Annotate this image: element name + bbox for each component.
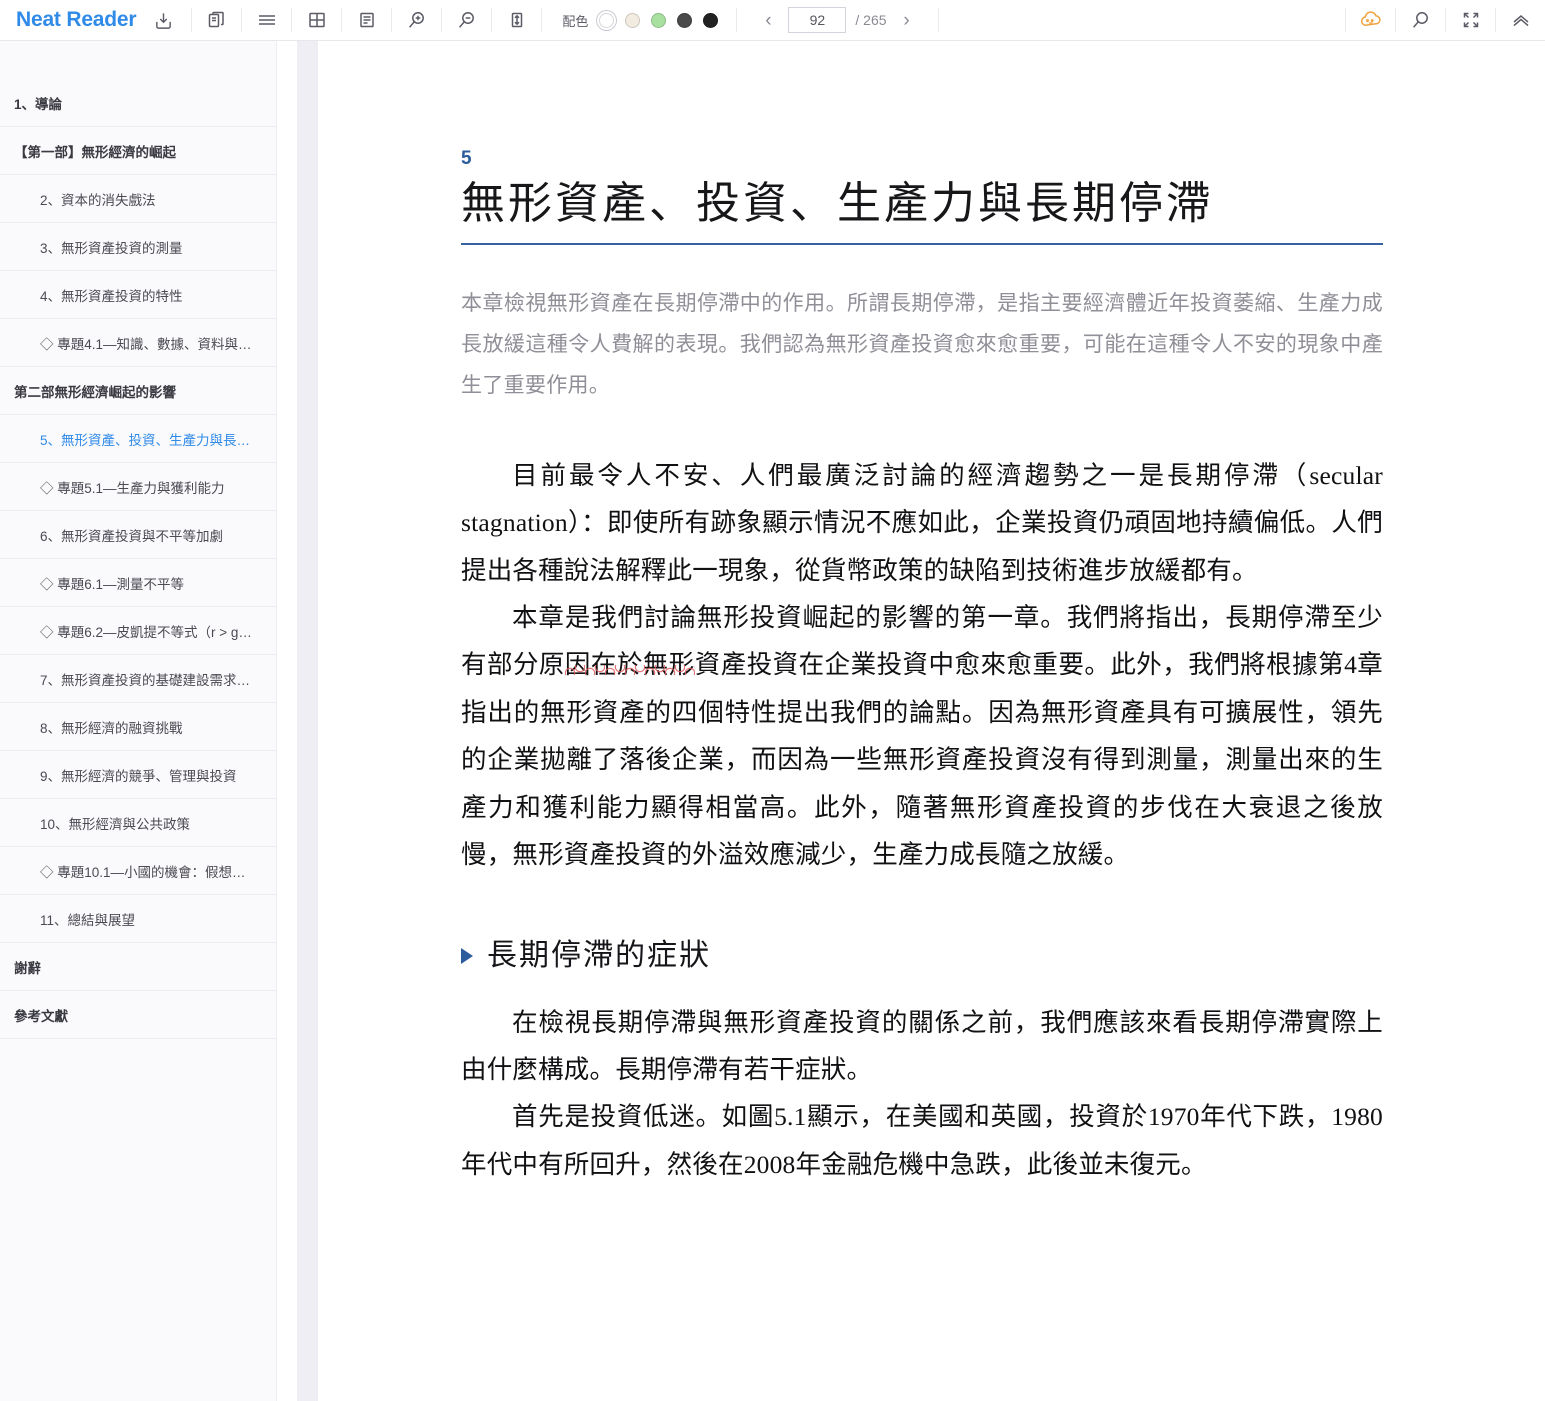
cloud-sync-icon[interactable]: [1346, 0, 1395, 41]
toc-item[interactable]: 謝辭: [0, 943, 276, 991]
text-layout-icon[interactable]: [342, 0, 391, 41]
toc-item[interactable]: 9、無形經濟的競爭、管理與投資: [0, 751, 276, 799]
grid-layout-icon[interactable]: [292, 0, 341, 41]
toc-item-label: 2、資本的消失戲法: [40, 192, 156, 208]
next-page-button[interactable]: ›: [896, 7, 918, 33]
toc-item[interactable]: ◇ 專題5.1—生產力與獲利能力: [0, 463, 276, 511]
reader-page: 5 無形資產、投資、生產力與長期停滯 本章檢視無形資產在長期停滯中的作用。所謂長…: [319, 41, 1525, 1401]
toc-item[interactable]: 11、總結與展望: [0, 895, 276, 943]
toc-item[interactable]: 4、無形資產投資的特性: [0, 271, 276, 319]
color-swatch-gray[interactable]: [677, 12, 693, 28]
body-paragraph-annotated: 本章是我們討論無形投資崛起的影響的第一章。我們將指出，長期停滯至少有部分原因在於…: [461, 594, 1383, 879]
toc-item-label: 【第一部】無形經濟的崛起: [14, 144, 176, 160]
toc-item-label: ◇ 專題4.1—知識、數據、資料與…: [40, 336, 252, 352]
color-swatch-black[interactable]: [703, 12, 719, 28]
toc-item-label: 5、無形資產、投資、生產力與長…: [40, 432, 251, 448]
toc-item[interactable]: ◇ 專題6.1—測量不平等: [0, 559, 276, 607]
toc-item-label: ◇ 專題5.1—生產力與獲利能力: [40, 480, 225, 496]
toc-item-label: 謝辭: [14, 960, 41, 976]
chapter-title: 無形資產、投資、生產力與長期停滯: [461, 176, 1383, 245]
hamburger-menu-icon[interactable]: [242, 0, 291, 41]
toc-item[interactable]: 1、導論: [0, 79, 276, 127]
toc-item-label: 11、總結與展望: [40, 912, 136, 928]
color-swatch-cream[interactable]: [625, 12, 641, 28]
toc-item[interactable]: 參考文獻: [0, 991, 276, 1039]
triangle-marker-icon: [461, 947, 473, 964]
zoom-in-icon[interactable]: [392, 0, 441, 41]
zoom-out-icon[interactable]: [442, 0, 491, 41]
toc-item[interactable]: 第二部無形經濟崛起的影響: [0, 367, 276, 415]
search-icon[interactable]: [1396, 0, 1445, 41]
table-of-contents-sidebar[interactable]: 1、導論 【第一部】無形經濟的崛起 2、資本的消失戲法 3、無形資產投資的測量 …: [0, 41, 276, 1401]
paragraph-text-part: 資產投資在企業投資中愈來愈重要。此外，我們將根據第4章指出的無形資產的四個特性提…: [461, 650, 1383, 870]
toc-item[interactable]: 6、無形資產投資與不平等加劇: [0, 511, 276, 559]
toc-item[interactable]: 8、無形經濟的融資挑戰: [0, 703, 276, 751]
page-navigation: ‹ / 265 ›: [737, 0, 937, 41]
body-paragraph: 在檢視長期停滯與無形資產投資的關係之前，我們應該來看長期停滯實際上由什麼構成。長…: [461, 1007, 1383, 1084]
collapse-up-icon[interactable]: [1496, 0, 1545, 41]
copy-pages-icon[interactable]: [192, 0, 241, 41]
section-heading: 長期停滯的症狀: [461, 935, 1383, 977]
toolbar-right-group: [1345, 0, 1545, 41]
chapter-number: 5: [461, 148, 472, 169]
toc-item-label: 參考文獻: [14, 1008, 68, 1024]
red-annotation-highlight[interactable]: 因在於無形: [564, 650, 695, 680]
top-toolbar: Neat Reader 配色 ‹ 92 / 265 ›: [0, 0, 1545, 41]
color-swatch-white[interactable]: [599, 12, 615, 28]
toc-item[interactable]: ◇ 專題6.2—皮凱提不等式（r > g…: [0, 607, 276, 655]
toc-item-label: 10、無形經濟與公共政策: [40, 816, 191, 832]
save-to-library-icon[interactable]: [149, 0, 177, 41]
app-title: Neat Reader: [16, 8, 137, 31]
toc-item[interactable]: 【第一部】無形經濟的崛起: [0, 127, 276, 175]
toc-item-label: 第二部無形經濟崛起的影響: [14, 384, 176, 400]
page-scrollbar-track[interactable]: [297, 41, 317, 1401]
toc-item-label: 4、無形資產投資的特性: [40, 288, 183, 304]
brand-area: Neat Reader: [0, 0, 191, 41]
toc-item-label: 9、無形經濟的競爭、管理與投資: [40, 768, 237, 784]
toc-item[interactable]: 10、無形經濟與公共政策: [0, 799, 276, 847]
section-heading-label: 長期停滯的症狀: [487, 938, 711, 972]
toc-item-label: ◇ 專題6.2—皮凱提不等式（r > g…: [40, 624, 252, 640]
color-scheme-label: 配色: [562, 13, 589, 29]
toc-item[interactable]: ◇ 專題4.1—知識、數據、資料與…: [0, 319, 276, 367]
sidebar-gutter: [276, 41, 318, 1401]
toc-item[interactable]: ◇ 專題10.1—小國的機會：假想國…: [0, 847, 276, 895]
color-swatch-green[interactable]: [651, 12, 667, 28]
toc-item-label: ◇ 專題6.1—測量不平等: [40, 576, 185, 592]
page-number-input[interactable]: [788, 7, 847, 33]
toc-item[interactable]: 3、無形資產投資的測量: [0, 223, 276, 271]
chapter-content: 5 無形資產、投資、生產力與長期停滯 本章檢視無形資產在長期停滯中的作用。所謂長…: [461, 41, 1383, 1188]
toolbar-divider: [937, 8, 939, 32]
toc-item[interactable]: 7、無形資產投資的基礎建設需求…: [0, 655, 276, 703]
body-paragraph: 目前最令人不安、人們最廣泛討論的經濟趨勢之一是長期停滯（secular stag…: [461, 460, 1383, 585]
body-paragraph: 首先是投資低迷。如圖5.1顯示，在美國和英國，投資於1970年代下跌，1980年…: [461, 1102, 1383, 1179]
toc-item-label: 7、無形資產投資的基礎建設需求…: [40, 672, 251, 688]
toc-item-label: 1、導論: [14, 96, 63, 112]
toc-item-label: 8、無形經濟的融資挑戰: [40, 720, 183, 736]
chapter-abstract: 本章檢視無形資產在長期停滯中的作用。所謂長期停滯，是指主要經濟體近年投資萎縮、生…: [461, 290, 1383, 397]
toc-item-label: 6、無形資產投資與不平等加劇: [40, 528, 224, 544]
line-height-icon[interactable]: [492, 0, 541, 41]
prev-page-button[interactable]: ‹: [757, 7, 779, 33]
toc-item-label: ◇ 專題10.1—小國的機會：假想國…: [40, 864, 258, 880]
toc-item-label: 3、無形資產投資的測量: [40, 240, 183, 256]
fullscreen-icon[interactable]: [1446, 0, 1495, 41]
color-scheme-group: 配色: [542, 0, 736, 41]
toc-item-active[interactable]: 5、無形資產、投資、生產力與長…: [0, 415, 276, 463]
page-total-label: / 265: [855, 12, 887, 28]
toc-item[interactable]: 2、資本的消失戲法: [0, 175, 276, 223]
